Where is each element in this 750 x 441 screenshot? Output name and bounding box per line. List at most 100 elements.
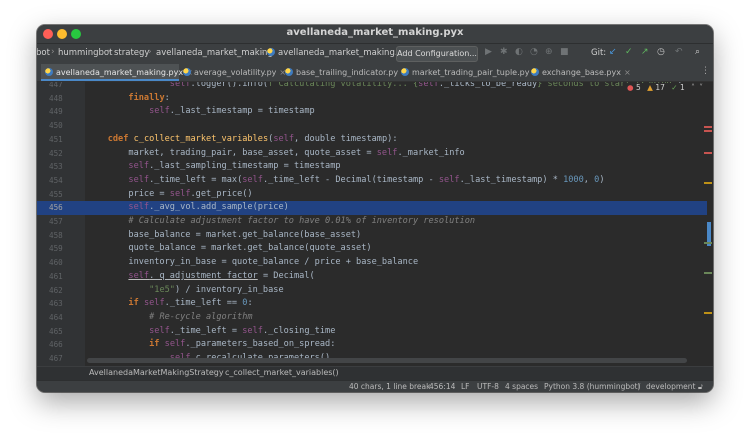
git-push-icon[interactable]: ↗ <box>641 47 649 57</box>
nav-crumb-strategy[interactable]: strategy <box>114 48 149 58</box>
chevron-right-icon: › <box>51 47 55 57</box>
code-text: # Re-cycle algorithm <box>149 311 253 322</box>
line-number: 460 <box>49 258 63 268</box>
code-text: self._q_adjustment_factor = Decimal( <box>128 270 315 281</box>
line-number: 455 <box>49 189 63 199</box>
search-icon[interactable]: ⌕ <box>695 47 700 57</box>
tab-label: market_trading_pair_tuple.py <box>412 68 530 77</box>
status-selection[interactable]: 40 chars, 1 line break <box>349 382 430 391</box>
nav-crumb-file[interactable]: avellaneda_market_making.pyx <box>267 48 413 58</box>
status-indent[interactable]: 4 spaces <box>505 382 538 391</box>
code-text: market, trading_pair, base_asset, quote_… <box>87 147 465 158</box>
code-line[interactable]: 460 inventory_in_base = quote_balance / … <box>37 256 707 270</box>
code-line[interactable]: 466 if self._parameters_based_on_spread: <box>37 338 707 352</box>
code-line[interactable]: 455 price = self.get_price() <box>37 188 707 202</box>
status-line-separator[interactable]: LF <box>461 382 470 391</box>
code-text: self.logger().info(f"Calculating volatil… <box>169 82 682 89</box>
code-line[interactable]: 459 quote_balance = market.get_balance(q… <box>37 242 707 256</box>
code-text: "1e5") / inventory_in_base <box>149 284 284 295</box>
inspection-widget[interactable]: ● 5 ▲ 17 ✓ 1 ˄ ˅ <box>625 83 705 92</box>
code-line[interactable]: 453 self._last_sampling_timestamp = time… <box>37 160 707 174</box>
code-text: base_balance = market.get_balance(base_a… <box>87 229 362 240</box>
close-icon[interactable]: × <box>624 68 631 77</box>
tab-label: base_trailing_indicator.py <box>296 68 399 77</box>
tab-average-volatility[interactable]: average_volatility.py × <box>179 64 286 81</box>
status-bar: 40 chars, 1 line break 456:14 LF UTF-8 4… <box>37 380 713 392</box>
status-interpreter[interactable]: Python 3.8 (hummingbot) <box>544 382 641 391</box>
line-number: 464 <box>49 312 63 322</box>
tab-overflow-icon[interactable]: ⋮ <box>701 66 710 76</box>
code-line[interactable]: 465 self._time_left = self._closing_time <box>37 325 707 339</box>
tab-market-trading-pair-tuple[interactable]: market_trading_pair_tuple.py× <box>397 64 539 81</box>
horizontal-scrollbar[interactable] <box>87 358 687 363</box>
add-configuration-button[interactable]: Add Configuration... <box>396 46 478 62</box>
line-number: 453 <box>49 162 63 172</box>
warning-marker[interactable] <box>704 312 712 314</box>
git-commit-icon[interactable]: ✓ <box>625 47 633 57</box>
tab-exchange-base[interactable]: exchange_base.pyx × <box>527 64 631 81</box>
warning-marker[interactable] <box>704 182 712 184</box>
breadcrumb-class[interactable]: AvellanedaMarketMakingStrategy <box>89 368 224 377</box>
code-line[interactable]: 456 self._avg_vol.add_sample(price) <box>37 201 707 215</box>
status-branch[interactable]: development <box>646 382 695 391</box>
debug-icon[interactable]: ✱ <box>500 47 508 57</box>
attach-icon[interactable]: ⊕ <box>545 47 553 57</box>
python-file-icon <box>183 68 191 76</box>
error-marker[interactable] <box>704 126 712 128</box>
code-line[interactable]: 450 <box>37 119 707 133</box>
python-file-icon <box>531 68 539 76</box>
code-line[interactable]: 452 market, trading_pair, base_asset, qu… <box>37 147 707 161</box>
line-number: 465 <box>49 326 63 336</box>
structure-breadcrumb: AvellanedaMarketMakingStrategy › c_colle… <box>37 366 713 381</box>
code-line[interactable]: 462 "1e5") / inventory_in_base <box>37 284 707 298</box>
history-icon[interactable]: ◷ <box>657 47 665 57</box>
git-update-icon[interactable]: ↙ <box>609 47 617 57</box>
error-marker[interactable] <box>704 152 712 154</box>
error-count: 5 <box>635 83 641 92</box>
code-text: cdef c_collect_market_variables(self, do… <box>107 133 398 144</box>
code-text: self._last_sampling_timestamp = timestam… <box>128 161 341 172</box>
line-number: 463 <box>49 299 63 309</box>
lock-icon[interactable]: 🔓︎ <box>698 382 703 392</box>
code-line[interactable]: 448 finally: <box>37 92 707 106</box>
code-line[interactable]: 463 if self._time_left == 0: <box>37 297 707 311</box>
error-marker[interactable] <box>704 130 712 132</box>
code-line[interactable]: 447 self.logger().info(f"Calculating vol… <box>37 82 707 92</box>
run-icon[interactable]: ▶ <box>485 47 492 57</box>
nav-crumb-hummingbot[interactable]: hummingbot <box>58 48 112 58</box>
line-number: 451 <box>49 134 63 144</box>
code-line[interactable]: 454 self._time_left = max(self._time_lef… <box>37 174 707 188</box>
chevron-right-icon: › <box>261 47 265 57</box>
code-line[interactable]: 464 # Re-cycle algorithm <box>37 311 707 325</box>
rollback-icon[interactable]: ↶ <box>675 47 683 57</box>
error-icon: ● <box>627 83 634 92</box>
line-number: 449 <box>49 107 63 117</box>
chevron-right-icon: › <box>148 47 152 57</box>
code-editor[interactable]: 447 self.logger().info(f"Calculating vol… <box>37 82 713 366</box>
error-stripe[interactable] <box>702 82 713 366</box>
profile-icon[interactable]: ◔ <box>530 47 538 57</box>
python-file-icon <box>401 68 409 76</box>
change-marker[interactable] <box>704 272 712 274</box>
nav-crumb-folder[interactable]: avellaneda_market_making <box>156 48 273 58</box>
line-number: 462 <box>49 285 63 295</box>
code-line[interactable]: 461 self._q_adjustment_factor = Decimal( <box>37 270 707 284</box>
code-line[interactable]: 458 base_balance = market.get_balance(ba… <box>37 229 707 243</box>
status-encoding[interactable]: UTF-8 <box>477 382 499 391</box>
code-line[interactable]: 457 # Calculate adjustment factor to hav… <box>37 215 707 229</box>
title-bar: avellaneda_market_making.pyx <box>37 25 713 43</box>
coverage-icon[interactable]: ◐ <box>515 47 523 57</box>
status-position[interactable]: 456:14 <box>429 382 455 391</box>
tab-base-trailing-indicator[interactable]: base_trailing_indicator.py× <box>281 64 408 81</box>
breadcrumb-method[interactable]: c_collect_market_variables() <box>225 368 339 377</box>
stop-icon[interactable]: ■ <box>560 47 569 57</box>
tab-avellaneda-market-making[interactable]: avellaneda_market_making.pyx× <box>41 64 193 81</box>
code-line[interactable]: 451 cdef c_collect_market_variables(self… <box>37 133 707 147</box>
line-number: 452 <box>49 148 63 158</box>
code-line[interactable]: 449 self._last_timestamp = timestamp <box>37 105 707 119</box>
nav-crumb-bot[interactable]: bot <box>37 48 50 58</box>
line-number: 467 <box>49 354 63 363</box>
branch-icon: ᚴ <box>637 382 642 391</box>
chevron-up-icon[interactable]: ˄ <box>691 83 695 92</box>
change-marker[interactable] <box>704 242 712 244</box>
